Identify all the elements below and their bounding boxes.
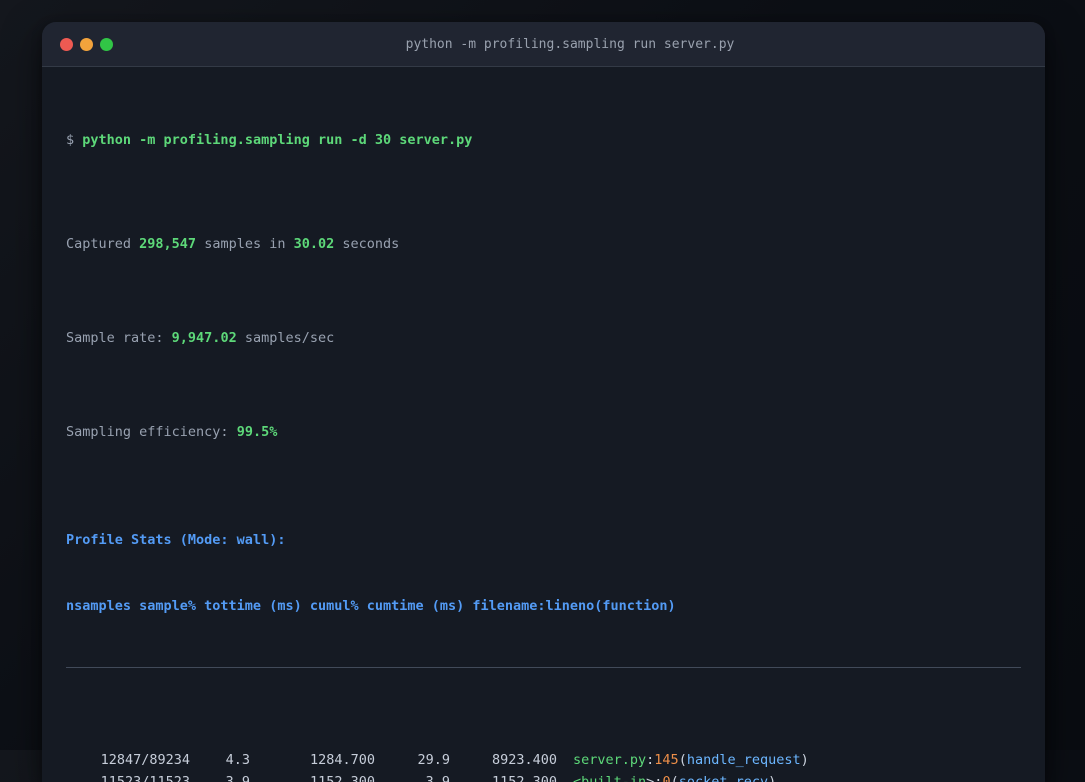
sample-rate-label: Sample rate: <box>66 330 172 346</box>
sample-pct-cell: 3.9 <box>225 774 250 782</box>
table-row: 12847/89234 4.3 1284.700 29.9 8923.400 server… <box>66 749 1021 771</box>
lineno-text: 145 <box>654 752 679 768</box>
captured-line: Captured 298,547 samples in 30.02 second… <box>66 233 1021 255</box>
captured-suffix-label: seconds <box>334 236 400 252</box>
minimize-button[interactable] <box>80 37 93 51</box>
cumtime-cell: 8923.400 <box>491 752 557 768</box>
window-controls <box>60 37 113 51</box>
command-line: $ python -m profiling.sampling run -d 30… <box>66 129 1021 151</box>
tottime-cell: 1152.300 <box>309 774 375 782</box>
filename-text: server.py <box>573 752 647 768</box>
cumtime-cell: 1152.300 <box>491 774 557 782</box>
tottime-cell: 1284.700 <box>309 752 375 768</box>
function-cell: server.py:145(handle_request) <box>573 749 809 771</box>
sample-rate-suffix: samples/sec <box>236 330 335 346</box>
table-divider <box>66 667 1021 668</box>
lineno-text: 0 <box>662 774 671 782</box>
open-paren: ( <box>670 774 679 782</box>
close-paren: ) <box>800 752 809 768</box>
profile-columns-header: nsamples sample% tottime (ms) cumul% cum… <box>66 598 676 614</box>
function-name-text: socket.recv <box>678 774 769 782</box>
profile-stats-heading: Profile Stats (Mode: wall): <box>66 532 286 548</box>
sample-rate-line: Sample rate: 9,947.02 samples/sec <box>66 327 1021 349</box>
filename-tail: > <box>646 774 655 782</box>
terminal-output: $ python -m profiling.sampling run -d 30… <box>42 67 1045 782</box>
title-bar: python -m profiling.sampling run server.… <box>42 22 1045 67</box>
function-cell: <built-in>:0(socket.recv) <box>573 771 776 782</box>
cumul-pct-cell: 3.9 <box>425 774 450 782</box>
table-row: 11523/11523 3.9 1152.300 3.9 1152.300 <built-… <box>66 771 1021 782</box>
colon-separator: : <box>646 752 655 768</box>
colon-separator: : <box>654 774 663 782</box>
efficiency-line: Sampling efficiency: 99.5% <box>66 421 1021 443</box>
captured-label: Captured <box>66 236 140 252</box>
efficiency-label: Sampling efficiency: <box>66 424 237 440</box>
function-name-text: handle_request <box>686 752 801 768</box>
efficiency-value: 99.5% <box>236 424 278 440</box>
filename-text: <built-in <box>573 774 647 782</box>
close-button[interactable] <box>60 37 73 51</box>
shell-prompt: $ <box>66 132 83 148</box>
sample-pct-cell: 4.3 <box>225 752 250 768</box>
nsamples-cell: 11523/11523 <box>100 774 190 782</box>
command-text: python -m profiling.sampling run -d 30 s… <box>82 132 473 148</box>
cumul-pct-cell: 29.9 <box>417 752 450 768</box>
sample-rate-value: 9,947.02 <box>171 330 237 346</box>
nsamples-cell: 12847/89234 <box>100 752 190 768</box>
close-paren: ) <box>768 774 777 782</box>
captured-samples-value: 298,547 <box>139 236 197 252</box>
terminal-window: python -m profiling.sampling run server.… <box>42 22 1045 782</box>
profile-stats-table: 12847/89234 4.3 1284.700 29.9 8923.400 server… <box>66 749 1021 782</box>
captured-mid-label: samples in <box>196 236 294 252</box>
window-title: python -m profiling.sampling run server.… <box>405 36 735 52</box>
maximize-button[interactable] <box>100 37 113 51</box>
captured-seconds-value: 30.02 <box>293 236 335 252</box>
open-paren: ( <box>678 752 687 768</box>
